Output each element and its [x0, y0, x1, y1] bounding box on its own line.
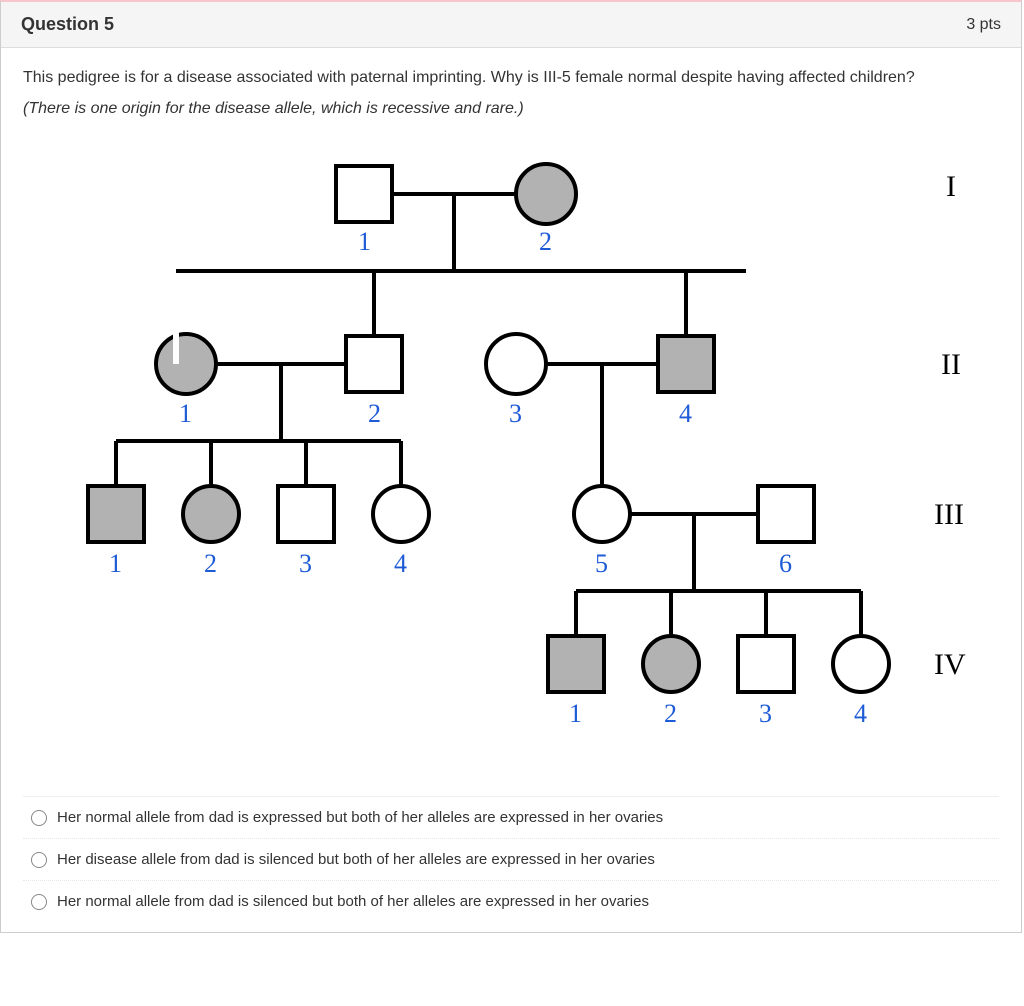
question-text: This pedigree is for a disease associate…: [23, 66, 999, 90]
question-card: Question 5 3 pts This pedigree is for a …: [0, 0, 1022, 933]
question-header: Question 5 3 pts: [1, 2, 1021, 48]
gen-IV: 1 2 3 4: [548, 514, 889, 728]
question-hint: (There is one origin for the disease all…: [23, 100, 999, 118]
radio-icon[interactable]: [31, 894, 47, 910]
individual-IV-2: [643, 636, 699, 692]
label-IV-2: 2: [664, 699, 677, 728]
label-III-2: 2: [204, 549, 217, 578]
gen-I: 1 2: [176, 164, 746, 271]
individual-II-1: [156, 334, 216, 394]
radio-icon[interactable]: [31, 852, 47, 868]
label-I-1: 1: [358, 227, 371, 256]
answer-text: Her normal allele from dad is expressed …: [57, 809, 663, 826]
individual-III-3: [278, 486, 334, 542]
individual-III-2: [183, 486, 239, 542]
label-III-3: 3: [299, 549, 312, 578]
individual-IV-1: [548, 636, 604, 692]
answer-option-c[interactable]: Her normal allele from dad is silenced b…: [23, 881, 999, 922]
gen-label-IV: IV: [934, 648, 966, 681]
individual-III-5: [574, 486, 630, 542]
label-III-1: 1: [109, 549, 122, 578]
label-III-6: 6: [779, 549, 792, 578]
gen-II: 1 2 3 4: [156, 271, 746, 428]
label-III-5: 5: [595, 549, 608, 578]
label-I-2: 2: [539, 227, 552, 256]
gen-label-I: I: [946, 170, 956, 203]
answer-list: Her normal allele from dad is expressed …: [23, 796, 999, 922]
answer-text: Her normal allele from dad is silenced b…: [57, 893, 649, 910]
individual-I-2: [516, 164, 576, 224]
gen-label-II: II: [941, 348, 961, 381]
question-points: 3 pts: [966, 16, 1001, 34]
gen-III: 1 2 3 4 5 6: [88, 364, 814, 578]
individual-IV-4: [833, 636, 889, 692]
individual-II-2: [346, 336, 402, 392]
label-II-1: 1: [179, 399, 192, 428]
question-title: Question 5: [21, 14, 114, 35]
answer-text: Her disease allele from dad is silenced …: [57, 851, 655, 868]
answer-option-b[interactable]: Her disease allele from dad is silenced …: [23, 839, 999, 881]
label-IV-1: 1: [569, 699, 582, 728]
question-body: This pedigree is for a disease associate…: [1, 48, 1021, 932]
individual-I-1: [336, 166, 392, 222]
label-II-2: 2: [368, 399, 381, 428]
pedigree-svg: 1 2: [46, 136, 976, 776]
individual-IV-3: [738, 636, 794, 692]
label-IV-3: 3: [759, 699, 772, 728]
individual-III-4: [373, 486, 429, 542]
individual-III-6: [758, 486, 814, 542]
individual-II-3: [486, 334, 546, 394]
label-IV-4: 4: [854, 699, 867, 728]
radio-icon[interactable]: [31, 810, 47, 826]
individual-III-1: [88, 486, 144, 542]
label-III-4: 4: [394, 549, 407, 578]
answer-option-a[interactable]: Her normal allele from dad is expressed …: [23, 797, 999, 839]
label-II-3: 3: [509, 399, 522, 428]
label-II-4: 4: [679, 399, 692, 428]
pedigree-figure: 1 2: [46, 136, 976, 776]
gen-label-III: III: [934, 498, 964, 531]
individual-II-4: [658, 336, 714, 392]
